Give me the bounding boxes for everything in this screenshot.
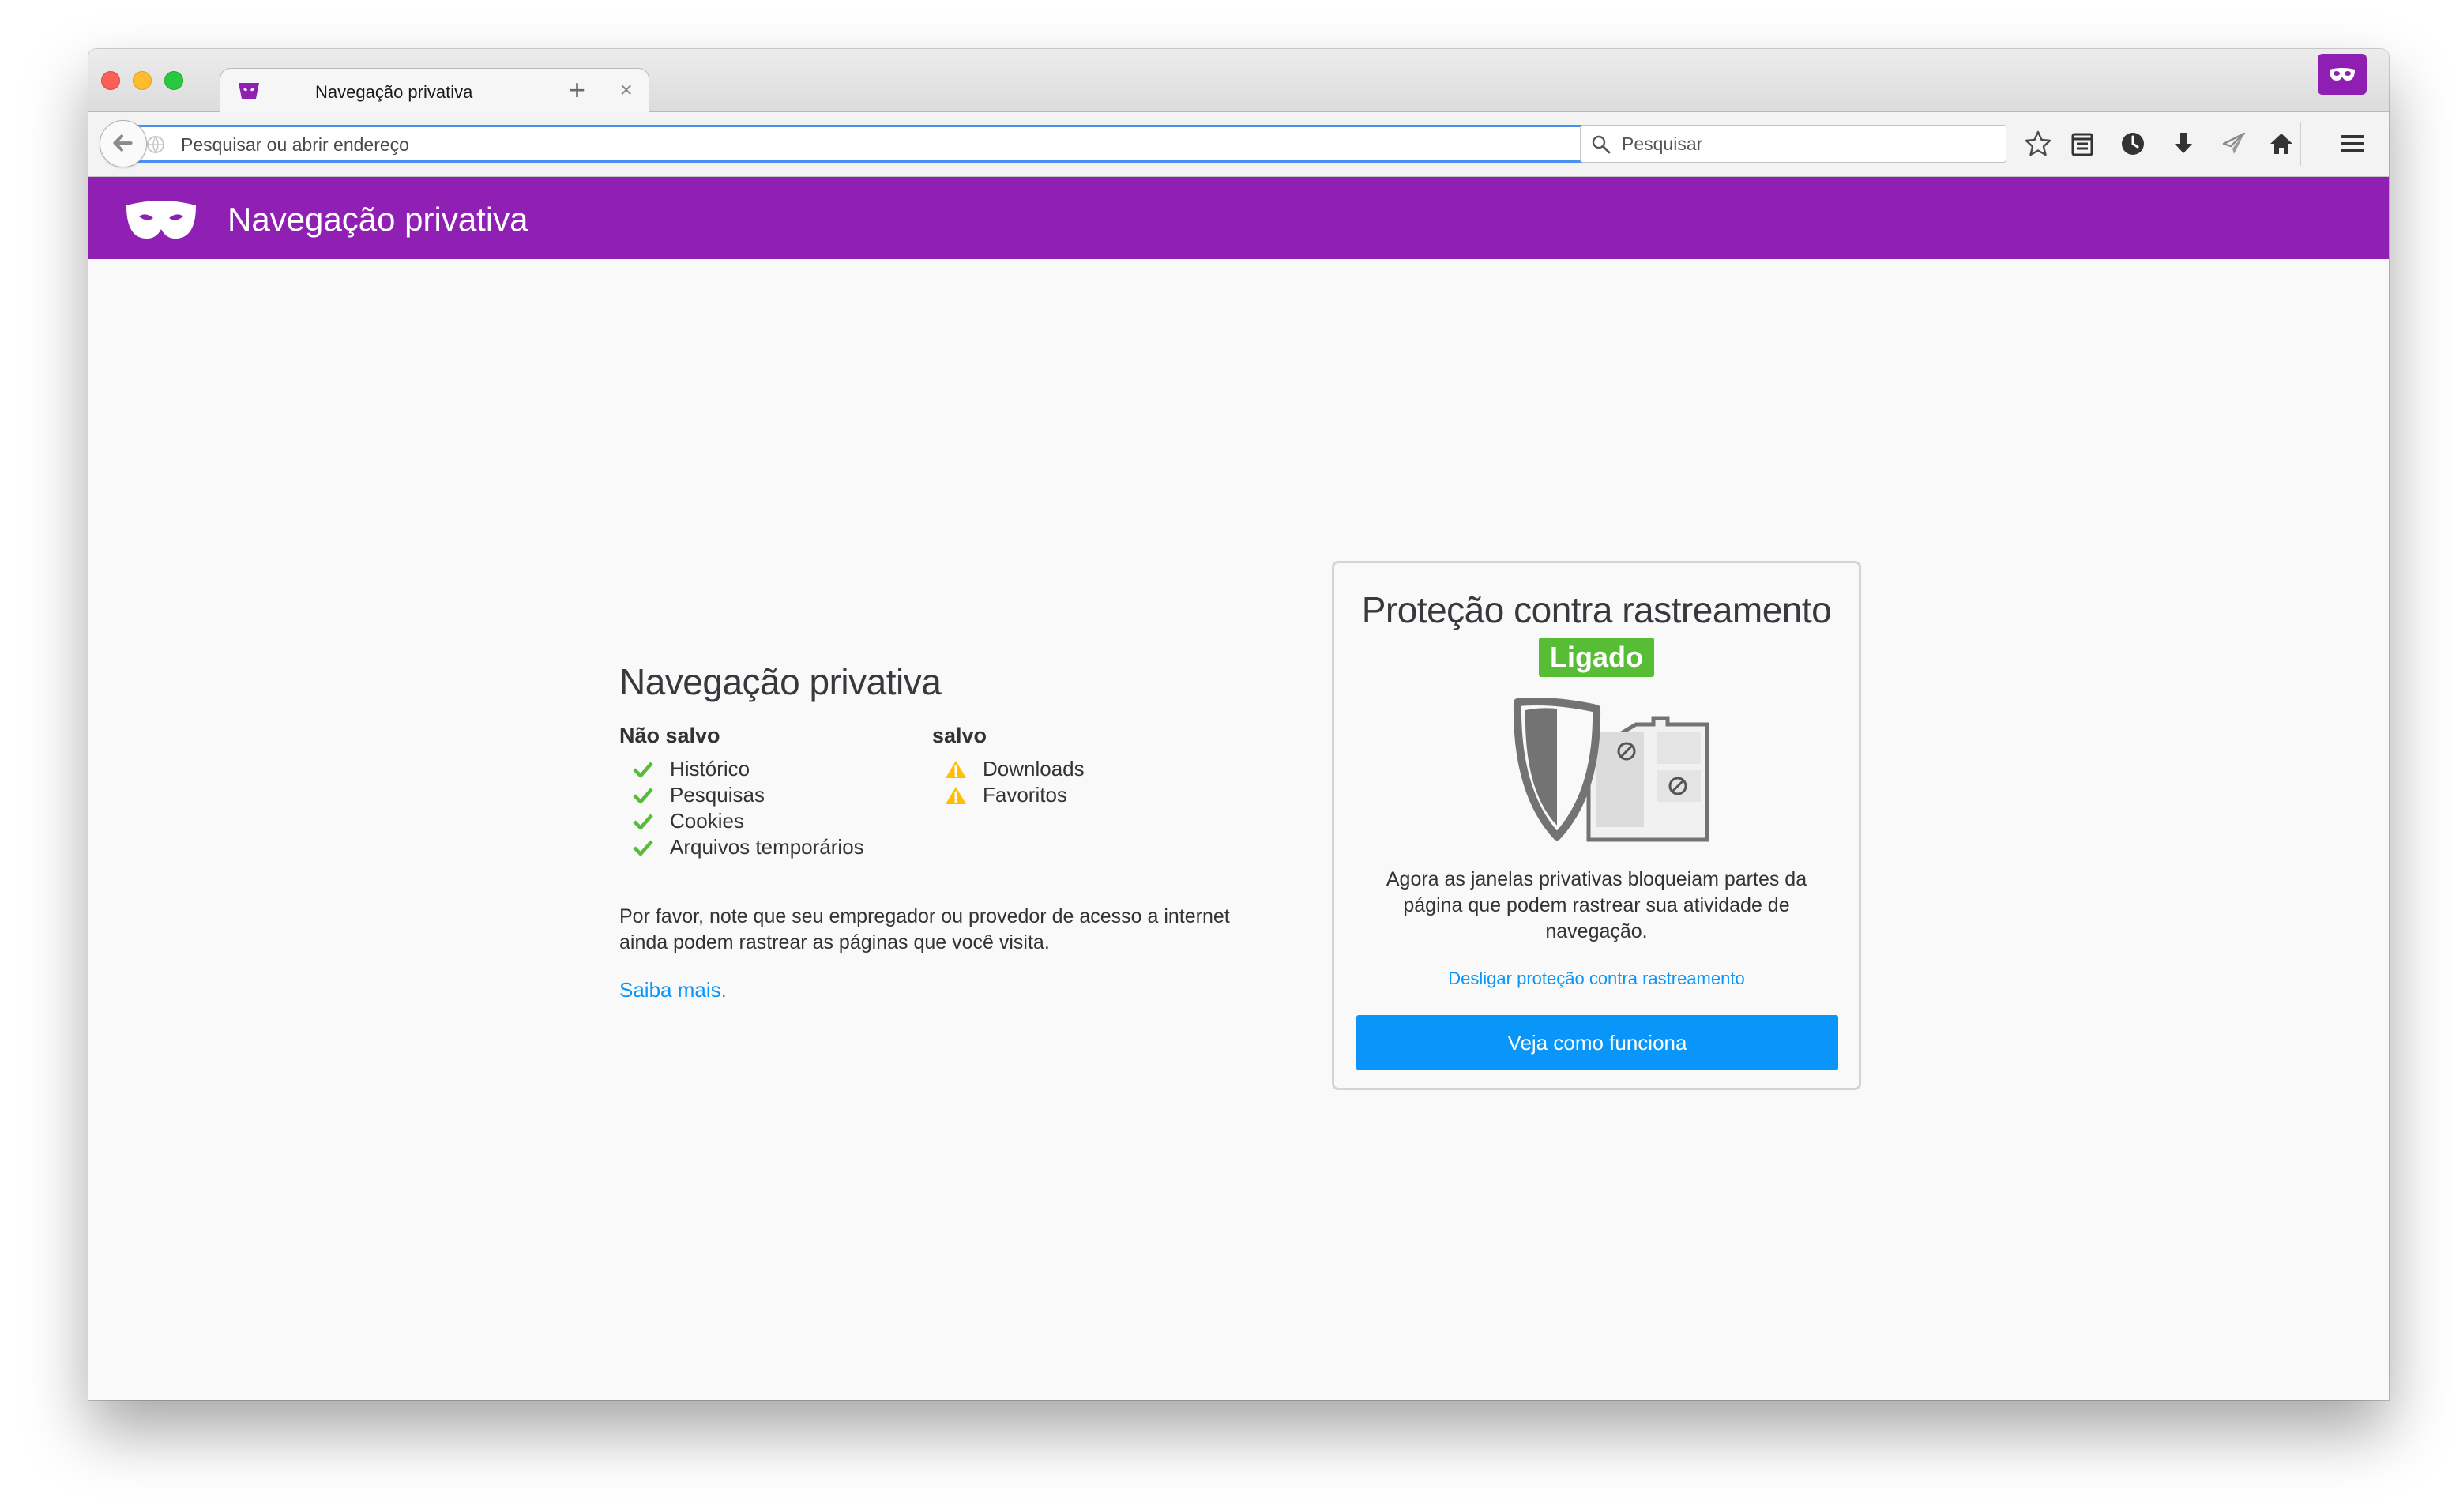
tracking-protection-title: Proteção contra rastreamento (1361, 589, 1832, 630)
not-saved-column: Não salvo Histórico Pesquisas Cookies Ar… (619, 724, 864, 860)
check-icon (633, 814, 653, 830)
tracking-protection-card: Proteção contra rastreamento Ligado Agor… (1332, 561, 1861, 1090)
window-minimize-button[interactable] (133, 71, 152, 90)
search-bar[interactable] (1580, 125, 2006, 163)
window-zoom-button[interactable] (164, 71, 183, 90)
url-bar[interactable] (130, 125, 1649, 163)
hamburger-menu-icon[interactable] (2337, 128, 2368, 160)
home-icon[interactable] (2266, 128, 2297, 160)
share-icon[interactable] (2218, 128, 2250, 160)
check-icon (633, 762, 653, 778)
url-input[interactable] (181, 130, 1587, 159)
not-saved-title: Não salvo (619, 724, 720, 747)
header-title: Navegação privativa (228, 201, 528, 238)
check-icon (633, 840, 653, 856)
shield-blocked-content-icon (1513, 698, 1709, 842)
downloads-icon[interactable] (2168, 128, 2199, 160)
window-close-button[interactable] (101, 71, 120, 90)
info-title: Navegação privativa (619, 661, 942, 702)
list-item: Histórico (619, 756, 864, 782)
saved-column: salvo Downloads Favoritos (932, 724, 1085, 808)
not-saved-item: Arquivos temporários (670, 835, 864, 859)
learn-more-link[interactable]: Saiba mais. (619, 978, 727, 1002)
tracking-note: Por favor, note que seu empregador ou pr… (619, 905, 1230, 953)
private-window-indicator (2318, 54, 2367, 95)
bookmark-star-icon[interactable] (2022, 128, 2054, 160)
back-button[interactable] (100, 120, 147, 167)
new-tab-button[interactable]: + (569, 74, 585, 106)
browser-window: Navegação privativa × + Pesquisar ou abr… (88, 49, 2389, 1400)
arrow-left-icon (113, 134, 133, 152)
check-icon (633, 788, 653, 804)
not-saved-item: Histórico (670, 757, 750, 780)
see-how-it-works-button[interactable]: Veja como funciona (1356, 1015, 1838, 1070)
list-item: Arquivos temporários (619, 834, 864, 860)
saved-item: Favoritos (983, 783, 1067, 807)
saved-status-columns: Não salvo Histórico Pesquisas Cookies Ar… (619, 724, 1299, 874)
private-mask-icon (2330, 68, 2355, 81)
navigation-toolbar (88, 112, 2389, 177)
bookmarks-menu-icon[interactable] (2067, 128, 2098, 160)
status-badge: Ligado (1539, 638, 1654, 677)
list-item: Pesquisas (619, 782, 864, 808)
toolbar-separator (2300, 122, 2301, 166)
search-icon (1592, 135, 1611, 154)
tab-strip: Navegação privativa × + (88, 49, 2389, 114)
search-input[interactable] (1622, 130, 1993, 157)
tab-close-icon[interactable]: × (620, 78, 633, 102)
list-item: Favoritos (932, 782, 1085, 808)
private-browsing-tab-icon (239, 83, 259, 99)
list-item: Downloads (932, 756, 1085, 782)
private-browsing-header: Navegação privativa (88, 177, 2389, 259)
warning-icon (946, 761, 966, 778)
private-browsing-info: Navegação privativa Não salvo Histórico … (619, 660, 1299, 1002)
identity-globe-icon[interactable] (146, 135, 165, 154)
not-saved-item: Cookies (670, 809, 744, 833)
private-mask-logo-icon (126, 201, 196, 239)
disable-tracking-protection-link[interactable]: Desligar proteção contra rastreamento (1448, 969, 1744, 989)
tab-title: Navegação privativa (315, 82, 473, 102)
warning-icon (946, 787, 966, 804)
pocket-icon[interactable] (2117, 128, 2149, 160)
not-saved-item: Pesquisas (670, 783, 765, 807)
list-item: Cookies (619, 808, 864, 834)
saved-title: salvo (932, 724, 987, 747)
saved-item: Downloads (983, 757, 1085, 780)
tracking-protection-description: Agora as janelas privativas bloqueiam pa… (1386, 868, 1807, 942)
